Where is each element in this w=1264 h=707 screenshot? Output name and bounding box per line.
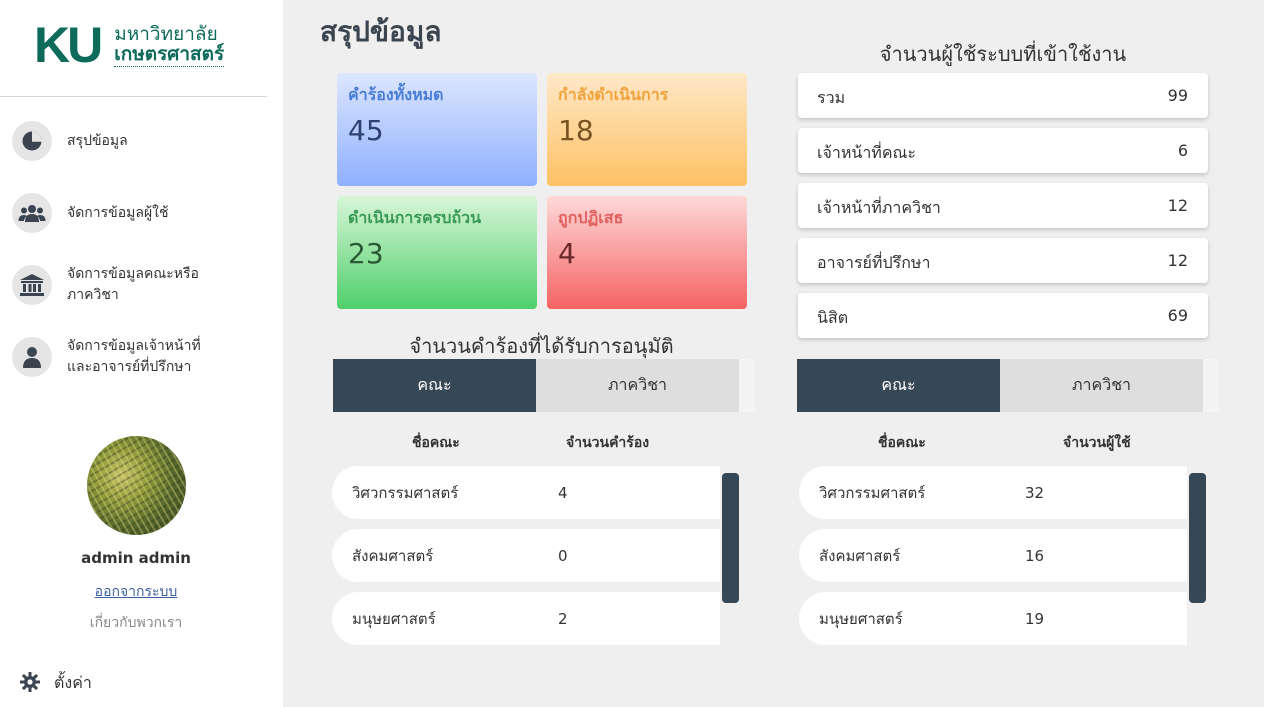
faculty-name: สังคมศาสตร์ (352, 546, 434, 565)
faculty-name: สังคมศาสตร์ (819, 546, 901, 565)
approved-table-scrollbar[interactable] (722, 473, 739, 603)
sidebar: KU มหาวิทยาลัย เกษตรศาสตร์ สรุปข้อมูล จั… (0, 0, 283, 707)
about-link[interactable]: เกี่ยวกับพวกเรา (0, 612, 272, 634)
users-table-scrollbar[interactable] (1189, 473, 1206, 603)
avatar (87, 436, 186, 535)
stat-label: เจ้าหน้าที่คณะ (817, 143, 916, 162)
table-row[interactable]: สังคมศาสตร์ 0 (332, 529, 720, 582)
request-count: 4 (558, 483, 568, 502)
logo-text: มหาวิทยาลัย เกษตรศาสตร์ (114, 22, 225, 67)
tab-department[interactable]: ภาควิชา (536, 359, 739, 412)
approved-requests-title: จำนวนคำร้องที่ได้รับการอนุมัติ (409, 334, 674, 358)
stat-label: รวม (817, 88, 846, 107)
settings-label: ตั้งค่า (54, 673, 92, 692)
card-label: กำลังดำเนินการ (558, 85, 669, 104)
faculty-name: วิศวกรรมศาสตร์ (352, 483, 459, 502)
user-count: 16 (1025, 546, 1045, 565)
sidebar-item-label: จัดการข้อมูลคณะหรือภาควิชา (67, 266, 199, 303)
active-users-title: จำนวนผู้ใช้ระบบที่เข้าใช้งาน (879, 42, 1127, 66)
institution-icon (12, 265, 52, 305)
users-icon (12, 193, 52, 233)
tab-faculty[interactable]: คณะ (797, 359, 1000, 412)
card-total-requests[interactable]: คำร้องทั้งหมด 45 (337, 73, 537, 186)
card-label: คำร้องทั้งหมด (348, 85, 444, 104)
column-header-user-count: จำนวนผู้ใช้ (1063, 435, 1131, 451)
card-value: 45 (348, 114, 384, 147)
stat-value: 12 (1167, 251, 1188, 270)
gear-icon (20, 671, 40, 696)
sidebar-item-users[interactable]: จัดการข้อมูลผู้ใช้ (12, 193, 217, 233)
faculty-name: วิศวกรรมศาสตร์ (819, 483, 926, 502)
logo-mark: KU (34, 17, 103, 73)
settings-button[interactable]: ตั้งค่า (20, 671, 92, 696)
stat-value: 6 (1177, 141, 1188, 160)
stat-label: เจ้าหน้าที่ภาควิชา (817, 198, 941, 217)
university-logo[interactable]: KU มหาวิทยาลัย เกษตรศาสตร์ (34, 17, 225, 73)
sidebar-item-label: จัดการข้อมูลผู้ใช้ (67, 204, 169, 221)
request-count: 0 (558, 546, 568, 565)
users-tabs: คณะ ภาควิชา (797, 359, 1219, 412)
sidebar-item-label: สรุปข้อมูล (67, 132, 128, 149)
stat-value: 99 (1167, 86, 1188, 105)
card-completed[interactable]: ดำเนินการครบถ้วน 23 (337, 196, 537, 309)
column-header-faculty: ชื่อคณะ (878, 435, 926, 451)
sidebar-item-summary[interactable]: สรุปข้อมูล (12, 121, 217, 161)
sidebar-item-staff[interactable]: จัดการข้อมูลเจ้าหน้าที่และอาจารย์ที่ปรึก… (12, 336, 217, 378)
column-header-faculty: ชื่อคณะ (412, 435, 460, 451)
sidebar-item-faculty[interactable]: จัดการข้อมูลคณะหรือภาควิชา (12, 264, 217, 306)
card-rejected[interactable]: ถูกปฏิเสธ 4 (547, 196, 747, 309)
faculty-name: มนุษยศาสตร์ (819, 609, 903, 628)
card-in-progress[interactable]: กำลังดำเนินการ 18 (547, 73, 747, 186)
stat-label: อาจารย์ที่ปรึกษา (817, 253, 931, 272)
page-title: สรุปข้อมูล (320, 15, 442, 48)
stat-row-faculty-staff: เจ้าหน้าที่คณะ 6 (798, 128, 1208, 173)
approved-tabs: คณะ ภาควิชา (333, 359, 755, 412)
sidebar-divider (0, 96, 267, 97)
stat-row-department-staff: เจ้าหน้าที่ภาควิชา 12 (798, 183, 1208, 228)
stat-value: 12 (1167, 196, 1188, 215)
sidebar-item-label: จัดการข้อมูลเจ้าหน้าที่และอาจารย์ที่ปรึก… (67, 338, 201, 375)
stat-row-advisors: อาจารย์ที่ปรึกษา 12 (798, 238, 1208, 283)
table-row[interactable]: วิศวกรรมศาสตร์ 32 (799, 466, 1187, 519)
card-value: 4 (558, 237, 576, 270)
table-row[interactable]: วิศวกรรมศาสตร์ 4 (332, 466, 720, 519)
request-count: 2 (558, 609, 568, 628)
logo-line-1: มหาวิทยาลัย (114, 22, 218, 45)
logout-link[interactable]: ออกจากระบบ (0, 581, 272, 603)
username: admin admin (81, 549, 191, 567)
logo-line-2: เกษตรศาสตร์ (114, 42, 225, 67)
column-header-request-count: จำนวนคำร้อง (566, 435, 650, 451)
tab-department[interactable]: ภาควิชา (1000, 359, 1203, 412)
user-count: 32 (1025, 483, 1045, 502)
person-icon (12, 337, 52, 377)
pie-chart-icon (12, 121, 52, 161)
table-row[interactable]: มนุษยศาสตร์ 2 (332, 592, 720, 645)
table-row[interactable]: มนุษยศาสตร์ 19 (799, 592, 1187, 645)
tab-faculty[interactable]: คณะ (333, 359, 536, 412)
card-label: ถูกปฏิเสธ (558, 208, 624, 227)
card-label: ดำเนินการครบถ้วน (348, 208, 482, 227)
stat-label: นิสิต (817, 308, 849, 327)
user-count: 19 (1025, 609, 1045, 628)
stat-row-students: นิสิต 69 (798, 293, 1208, 338)
table-row[interactable]: สังคมศาสตร์ 16 (799, 529, 1187, 582)
faculty-name: มนุษยศาสตร์ (352, 609, 436, 628)
card-value: 23 (348, 237, 384, 270)
stat-value: 69 (1167, 306, 1188, 325)
card-value: 18 (558, 114, 594, 147)
stat-row-total: รวม 99 (798, 73, 1208, 118)
